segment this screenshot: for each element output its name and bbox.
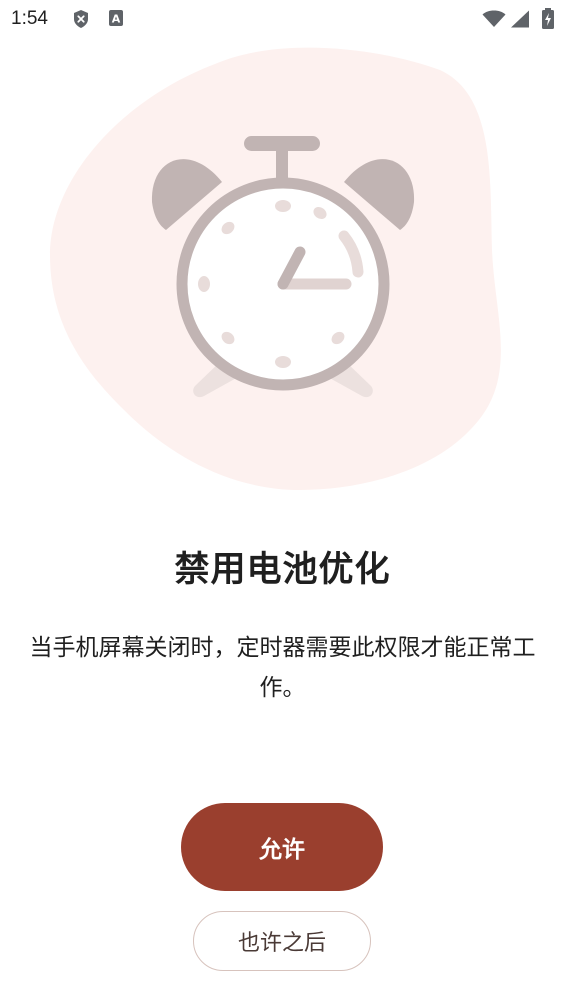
maybe-later-button[interactable]: 也许之后 <box>193 911 371 971</box>
svg-text:A: A <box>112 13 121 26</box>
permission-description: 当手机屏幕关闭时，定时器需要此权限才能正常工作。 <box>29 635 536 701</box>
wifi-icon <box>482 10 506 32</box>
status-bar: 1:54 A <box>0 0 565 38</box>
hero-illustration <box>0 40 565 500</box>
battery-charging-icon <box>541 8 555 34</box>
status-time: 1:54 <box>11 8 48 29</box>
a-notification-icon: A <box>108 9 124 31</box>
page-title: 禁用电池优化 <box>174 550 391 590</box>
allow-button[interactable]: 允许 <box>181 803 383 891</box>
cellular-signal-icon <box>510 10 530 32</box>
shield-x-icon <box>72 9 90 33</box>
